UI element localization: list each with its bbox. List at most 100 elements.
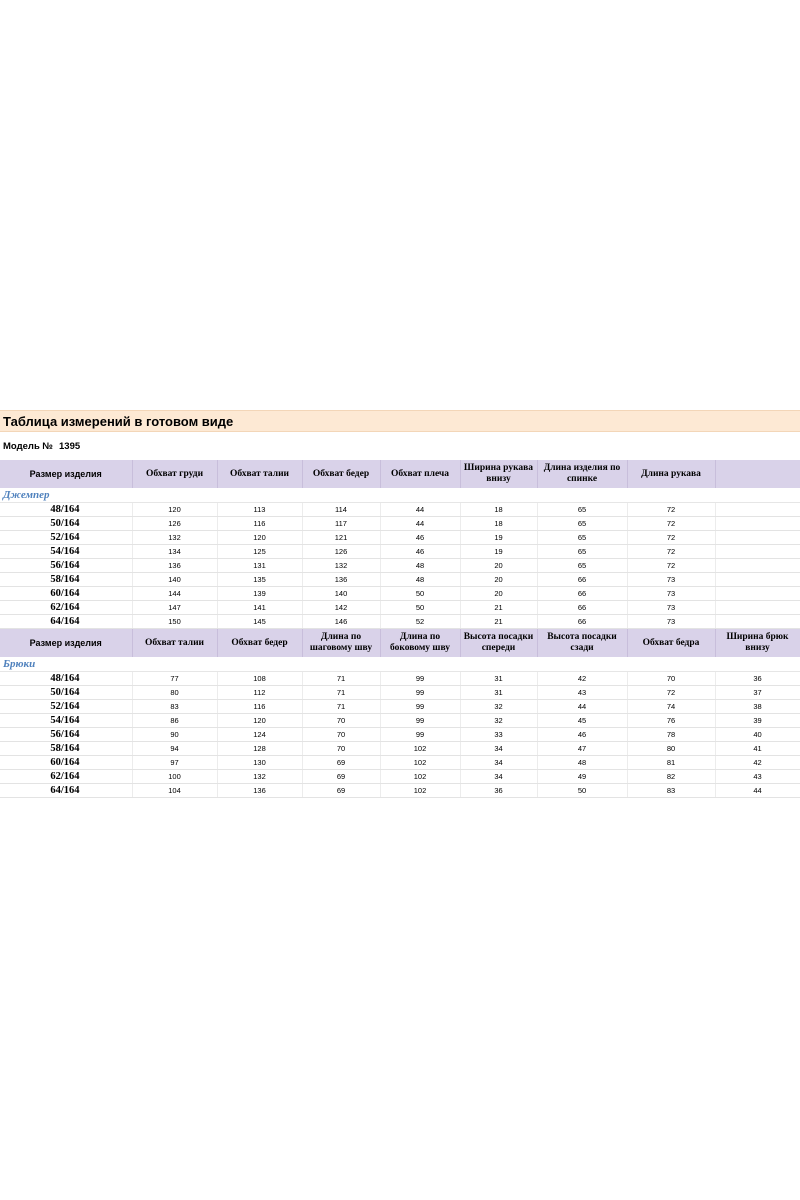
- value-cell: [715, 558, 800, 573]
- model-info: Модель № 1395: [0, 432, 800, 460]
- value-cell: 50: [537, 783, 628, 798]
- value-cell: 41: [715, 741, 800, 756]
- value-cell: 136: [302, 572, 381, 587]
- value-cell: 20: [460, 586, 538, 601]
- table-row: 64/164 104 136 69 102 36 50 83 44: [0, 783, 800, 798]
- value-cell: 112: [217, 685, 303, 700]
- value-cell: 66: [537, 600, 628, 615]
- value-cell: 132: [302, 558, 381, 573]
- value-cell: 65: [537, 530, 628, 545]
- value-cell: 83: [132, 699, 218, 714]
- measurements-document: Таблица измерений в готовом виде Модель …: [0, 410, 800, 798]
- value-cell: 131: [217, 558, 303, 573]
- value-cell: 116: [217, 516, 303, 531]
- value-cell: 69: [302, 755, 381, 770]
- value-cell: 80: [627, 741, 716, 756]
- value-cell: 31: [460, 685, 538, 700]
- value-cell: 73: [627, 572, 716, 587]
- jumper-header-cell: Обхват бедер: [302, 460, 381, 488]
- value-cell: 18: [460, 502, 538, 517]
- value-cell: 43: [537, 685, 628, 700]
- value-cell: 48: [380, 558, 461, 573]
- size-cell: 58/164: [0, 741, 133, 756]
- value-cell: 47: [537, 741, 628, 756]
- value-cell: 128: [217, 741, 303, 756]
- value-cell: 147: [132, 600, 218, 615]
- value-cell: 40: [715, 727, 800, 742]
- value-cell: 140: [132, 572, 218, 587]
- value-cell: 70: [302, 727, 381, 742]
- value-cell: 132: [217, 769, 303, 784]
- pants-header-cell: Обхват бедер: [217, 628, 303, 657]
- size-cell: 48/164: [0, 502, 133, 517]
- value-cell: 102: [380, 741, 461, 756]
- value-cell: [715, 530, 800, 545]
- pants-header-cell: Ширина брюк внизу: [715, 628, 800, 657]
- value-cell: 19: [460, 544, 538, 559]
- value-cell: 72: [627, 558, 716, 573]
- size-cell: 62/164: [0, 769, 133, 784]
- table-row: 62/164 100 132 69 102 34 49 82 43: [0, 769, 800, 784]
- value-cell: 102: [380, 783, 461, 798]
- value-cell: 34: [460, 741, 538, 756]
- value-cell: 125: [217, 544, 303, 559]
- value-cell: 44: [380, 516, 461, 531]
- value-cell: 20: [460, 572, 538, 587]
- value-cell: 81: [627, 755, 716, 770]
- value-cell: 120: [132, 502, 218, 517]
- value-cell: 144: [132, 586, 218, 601]
- value-cell: 74: [627, 699, 716, 714]
- jumper-header-cell: Размер изделия: [0, 460, 133, 488]
- value-cell: 113: [217, 502, 303, 517]
- size-cell: 60/164: [0, 586, 133, 601]
- table-row: 62/164 147 141 142 50 21 66 73: [0, 600, 800, 615]
- value-cell: 134: [132, 544, 218, 559]
- value-cell: 32: [460, 713, 538, 728]
- value-cell: 34: [460, 755, 538, 770]
- table-row: 54/164 86 120 70 99 32 45 76 39: [0, 713, 800, 728]
- value-cell: 18: [460, 516, 538, 531]
- value-cell: 136: [217, 783, 303, 798]
- value-cell: 140: [302, 586, 381, 601]
- value-cell: 65: [537, 502, 628, 517]
- value-cell: [715, 516, 800, 531]
- value-cell: 83: [627, 783, 716, 798]
- jumper-header-cell: [715, 460, 800, 488]
- value-cell: 139: [217, 586, 303, 601]
- pants-header-cell: Обхват талии: [132, 628, 218, 657]
- pants-header-cell: Обхват бедра: [627, 628, 716, 657]
- value-cell: 132: [132, 530, 218, 545]
- value-cell: 72: [627, 530, 716, 545]
- value-cell: 65: [537, 558, 628, 573]
- value-cell: 37: [715, 685, 800, 700]
- value-cell: 42: [537, 671, 628, 686]
- table-row: 50/164 126 116 117 44 18 65 72: [0, 516, 800, 531]
- value-cell: 19: [460, 530, 538, 545]
- table-row: 50/164 80 112 71 99 31 43 72 37: [0, 685, 800, 700]
- model-label: Модель №: [3, 440, 54, 452]
- size-cell: 52/164: [0, 530, 133, 545]
- value-cell: 94: [132, 741, 218, 756]
- value-cell: 146: [302, 614, 381, 629]
- pants-header-cell: Длина по шаговому шву: [302, 628, 381, 657]
- value-cell: 71: [302, 699, 381, 714]
- table-row: 60/164 144 139 140 50 20 66 73: [0, 586, 800, 601]
- size-cell: 64/164: [0, 783, 133, 798]
- value-cell: 50: [380, 586, 461, 601]
- pants-section-label: Брюки: [0, 657, 800, 672]
- measurements-table: Размер изделия Обхват груди Обхват талии Об…: [0, 460, 800, 798]
- table-row: 48/164 77 108 71 99 31 42 70 36: [0, 671, 800, 686]
- value-cell: [715, 614, 800, 629]
- value-cell: 114: [302, 502, 381, 517]
- value-cell: 80: [132, 685, 218, 700]
- value-cell: 69: [302, 769, 381, 784]
- value-cell: 42: [715, 755, 800, 770]
- value-cell: 71: [302, 671, 381, 686]
- value-cell: 31: [460, 671, 538, 686]
- value-cell: 142: [302, 600, 381, 615]
- size-cell: 64/164: [0, 614, 133, 629]
- page-title: Таблица измерений в готовом виде: [0, 410, 800, 432]
- value-cell: 150: [132, 614, 218, 629]
- value-cell: 116: [217, 699, 303, 714]
- value-cell: 36: [460, 783, 538, 798]
